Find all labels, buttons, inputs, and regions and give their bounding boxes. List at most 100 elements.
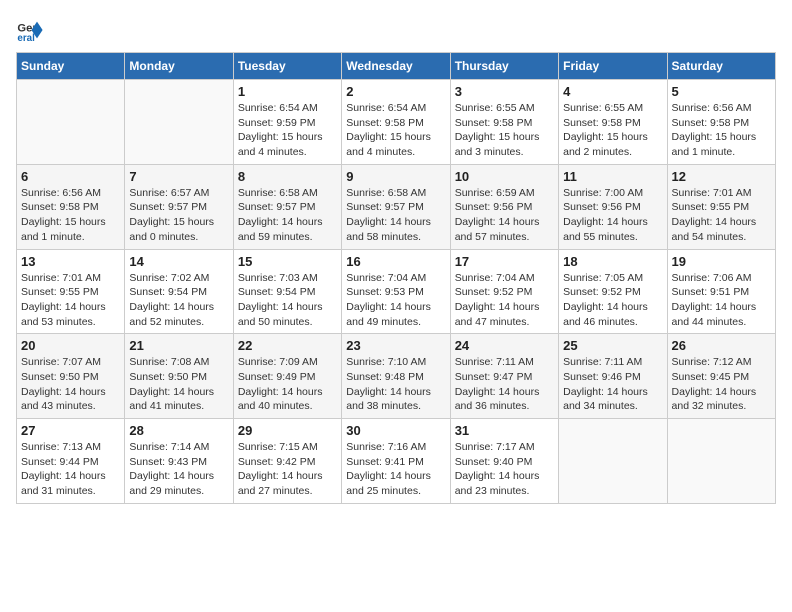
calendar-week-row: 1 Sunrise: 6:54 AM Sunset: 9:59 PM Daylig… xyxy=(17,80,776,165)
day-number: 4 xyxy=(563,84,662,99)
day-number: 11 xyxy=(563,169,662,184)
calendar-cell: 23 Sunrise: 7:10 AM Sunset: 9:48 PM Dayli… xyxy=(342,334,450,419)
day-number: 20 xyxy=(21,338,120,353)
day-number: 12 xyxy=(672,169,771,184)
day-number: 16 xyxy=(346,254,445,269)
day-number: 19 xyxy=(672,254,771,269)
calendar-week-row: 6 Sunrise: 6:56 AM Sunset: 9:58 PM Daylig… xyxy=(17,164,776,249)
calendar-cell: 26 Sunrise: 7:12 AM Sunset: 9:45 PM Dayli… xyxy=(667,334,775,419)
calendar-week-row: 27 Sunrise: 7:13 AM Sunset: 9:44 PM Dayli… xyxy=(17,419,776,504)
day-info: Sunrise: 6:57 AM Sunset: 9:57 PM Dayligh… xyxy=(129,186,228,245)
day-number: 10 xyxy=(455,169,554,184)
day-number: 26 xyxy=(672,338,771,353)
day-info: Sunrise: 7:10 AM Sunset: 9:48 PM Dayligh… xyxy=(346,355,445,414)
calendar-cell: 25Sunrise: 7:11 AM Sunset: 9:46 PM Dayli… xyxy=(559,334,667,419)
day-number: 17 xyxy=(455,254,554,269)
day-number: 1 xyxy=(238,84,337,99)
day-info: Sunrise: 7:12 AM Sunset: 9:45 PM Dayligh… xyxy=(672,355,771,414)
calendar-cell: 1 Sunrise: 6:54 AM Sunset: 9:59 PM Daylig… xyxy=(233,80,341,165)
calendar-cell xyxy=(17,80,125,165)
day-number: 9 xyxy=(346,169,445,184)
calendar-cell: 22Sunrise: 7:09 AM Sunset: 9:49 PM Dayli… xyxy=(233,334,341,419)
day-number: 14 xyxy=(129,254,228,269)
calendar-cell: 11 Sunrise: 7:00 AM Sunset: 9:56 PM Dayli… xyxy=(559,164,667,249)
calendar-cell: 18 Sunrise: 7:05 AM Sunset: 9:52 PM Dayli… xyxy=(559,249,667,334)
day-number: 18 xyxy=(563,254,662,269)
day-number: 3 xyxy=(455,84,554,99)
day-number: 6 xyxy=(21,169,120,184)
day-number: 24 xyxy=(455,338,554,353)
day-info: Sunrise: 6:54 AM Sunset: 9:58 PM Dayligh… xyxy=(346,101,445,160)
day-info: Sunrise: 6:55 AM Sunset: 9:58 PM Dayligh… xyxy=(563,101,662,160)
calendar-cell: 21 Sunrise: 7:08 AM Sunset: 9:50 PM Dayli… xyxy=(125,334,233,419)
day-of-week-header: Sunday xyxy=(17,53,125,80)
day-info: Sunrise: 7:15 AM Sunset: 9:42 PM Dayligh… xyxy=(238,440,337,499)
logo: Gen eral xyxy=(16,16,49,44)
day-info: Sunrise: 7:06 AM Sunset: 9:51 PM Dayligh… xyxy=(672,271,771,330)
calendar-cell: 30 Sunrise: 7:16 AM Sunset: 9:41 PM Dayli… xyxy=(342,419,450,504)
day-info: Sunrise: 6:56 AM Sunset: 9:58 PM Dayligh… xyxy=(672,101,771,160)
calendar-cell: 2 Sunrise: 6:54 AM Sunset: 9:58 PM Daylig… xyxy=(342,80,450,165)
day-info: Sunrise: 6:59 AM Sunset: 9:56 PM Dayligh… xyxy=(455,186,554,245)
day-info: Sunrise: 7:02 AM Sunset: 9:54 PM Dayligh… xyxy=(129,271,228,330)
day-info: Sunrise: 7:11 AM Sunset: 9:46 PM Dayligh… xyxy=(563,355,662,414)
day-info: Sunrise: 7:00 AM Sunset: 9:56 PM Dayligh… xyxy=(563,186,662,245)
day-info: Sunrise: 7:13 AM Sunset: 9:44 PM Dayligh… xyxy=(21,440,120,499)
day-info: Sunrise: 7:04 AM Sunset: 9:53 PM Dayligh… xyxy=(346,271,445,330)
calendar-cell: 16 Sunrise: 7:04 AM Sunset: 9:53 PM Dayli… xyxy=(342,249,450,334)
day-info: Sunrise: 7:16 AM Sunset: 9:41 PM Dayligh… xyxy=(346,440,445,499)
calendar-cell: 12 Sunrise: 7:01 AM Sunset: 9:55 PM Dayli… xyxy=(667,164,775,249)
calendar-cell: 24 Sunrise: 7:11 AM Sunset: 9:47 PM Dayli… xyxy=(450,334,558,419)
day-info: Sunrise: 7:08 AM Sunset: 9:50 PM Dayligh… xyxy=(129,355,228,414)
logo-icon: Gen eral xyxy=(16,16,44,44)
calendar-cell: 7 Sunrise: 6:57 AM Sunset: 9:57 PM Daylig… xyxy=(125,164,233,249)
day-number: 23 xyxy=(346,338,445,353)
day-info: Sunrise: 7:05 AM Sunset: 9:52 PM Dayligh… xyxy=(563,271,662,330)
day-number: 8 xyxy=(238,169,337,184)
calendar-cell xyxy=(125,80,233,165)
day-of-week-header: Monday xyxy=(125,53,233,80)
day-info: Sunrise: 6:54 AM Sunset: 9:59 PM Dayligh… xyxy=(238,101,337,160)
day-info: Sunrise: 7:09 AM Sunset: 9:49 PM Dayligh… xyxy=(238,355,337,414)
day-number: 27 xyxy=(21,423,120,438)
calendar-cell: 28 Sunrise: 7:14 AM Sunset: 9:43 PM Dayli… xyxy=(125,419,233,504)
calendar-cell: 31 Sunrise: 7:17 AM Sunset: 9:40 PM Dayli… xyxy=(450,419,558,504)
day-info: Sunrise: 7:11 AM Sunset: 9:47 PM Dayligh… xyxy=(455,355,554,414)
day-number: 5 xyxy=(672,84,771,99)
calendar-cell: 27 Sunrise: 7:13 AM Sunset: 9:44 PM Dayli… xyxy=(17,419,125,504)
day-info: Sunrise: 7:03 AM Sunset: 9:54 PM Dayligh… xyxy=(238,271,337,330)
day-info: Sunrise: 7:17 AM Sunset: 9:40 PM Dayligh… xyxy=(455,440,554,499)
calendar-cell: 10 Sunrise: 6:59 AM Sunset: 9:56 PM Dayli… xyxy=(450,164,558,249)
calendar-cell: 17 Sunrise: 7:04 AM Sunset: 9:52 PM Dayli… xyxy=(450,249,558,334)
day-info: Sunrise: 7:01 AM Sunset: 9:55 PM Dayligh… xyxy=(21,271,120,330)
day-info: Sunrise: 7:01 AM Sunset: 9:55 PM Dayligh… xyxy=(672,186,771,245)
day-of-week-header: Thursday xyxy=(450,53,558,80)
day-number: 31 xyxy=(455,423,554,438)
day-number: 30 xyxy=(346,423,445,438)
day-of-week-header: Tuesday xyxy=(233,53,341,80)
day-info: Sunrise: 6:56 AM Sunset: 9:58 PM Dayligh… xyxy=(21,186,120,245)
calendar-cell: 4 Sunrise: 6:55 AM Sunset: 9:58 PM Daylig… xyxy=(559,80,667,165)
day-of-week-header: Saturday xyxy=(667,53,775,80)
calendar-table: SundayMondayTuesdayWednesdayThursdayFrid… xyxy=(16,52,776,504)
calendar-cell: 19 Sunrise: 7:06 AM Sunset: 9:51 PM Dayli… xyxy=(667,249,775,334)
calendar-cell xyxy=(559,419,667,504)
day-number: 7 xyxy=(129,169,228,184)
day-number: 2 xyxy=(346,84,445,99)
calendar-cell: 29 Sunrise: 7:15 AM Sunset: 9:42 PM Dayli… xyxy=(233,419,341,504)
calendar-cell: 9Sunrise: 6:58 AM Sunset: 9:57 PM Daylig… xyxy=(342,164,450,249)
day-of-week-header: Wednesday xyxy=(342,53,450,80)
day-info: Sunrise: 7:14 AM Sunset: 9:43 PM Dayligh… xyxy=(129,440,228,499)
header: Gen eral xyxy=(16,16,776,44)
day-info: Sunrise: 7:07 AM Sunset: 9:50 PM Dayligh… xyxy=(21,355,120,414)
day-number: 28 xyxy=(129,423,228,438)
calendar-cell: 14 Sunrise: 7:02 AM Sunset: 9:54 PM Dayli… xyxy=(125,249,233,334)
calendar-week-row: 13 Sunrise: 7:01 AM Sunset: 9:55 PM Dayli… xyxy=(17,249,776,334)
day-number: 13 xyxy=(21,254,120,269)
calendar-cell: 20 Sunrise: 7:07 AM Sunset: 9:50 PM Dayli… xyxy=(17,334,125,419)
day-info: Sunrise: 7:04 AM Sunset: 9:52 PM Dayligh… xyxy=(455,271,554,330)
day-number: 21 xyxy=(129,338,228,353)
calendar-cell: 5 Sunrise: 6:56 AM Sunset: 9:58 PM Daylig… xyxy=(667,80,775,165)
day-number: 29 xyxy=(238,423,337,438)
day-info: Sunrise: 6:58 AM Sunset: 9:57 PM Dayligh… xyxy=(238,186,337,245)
